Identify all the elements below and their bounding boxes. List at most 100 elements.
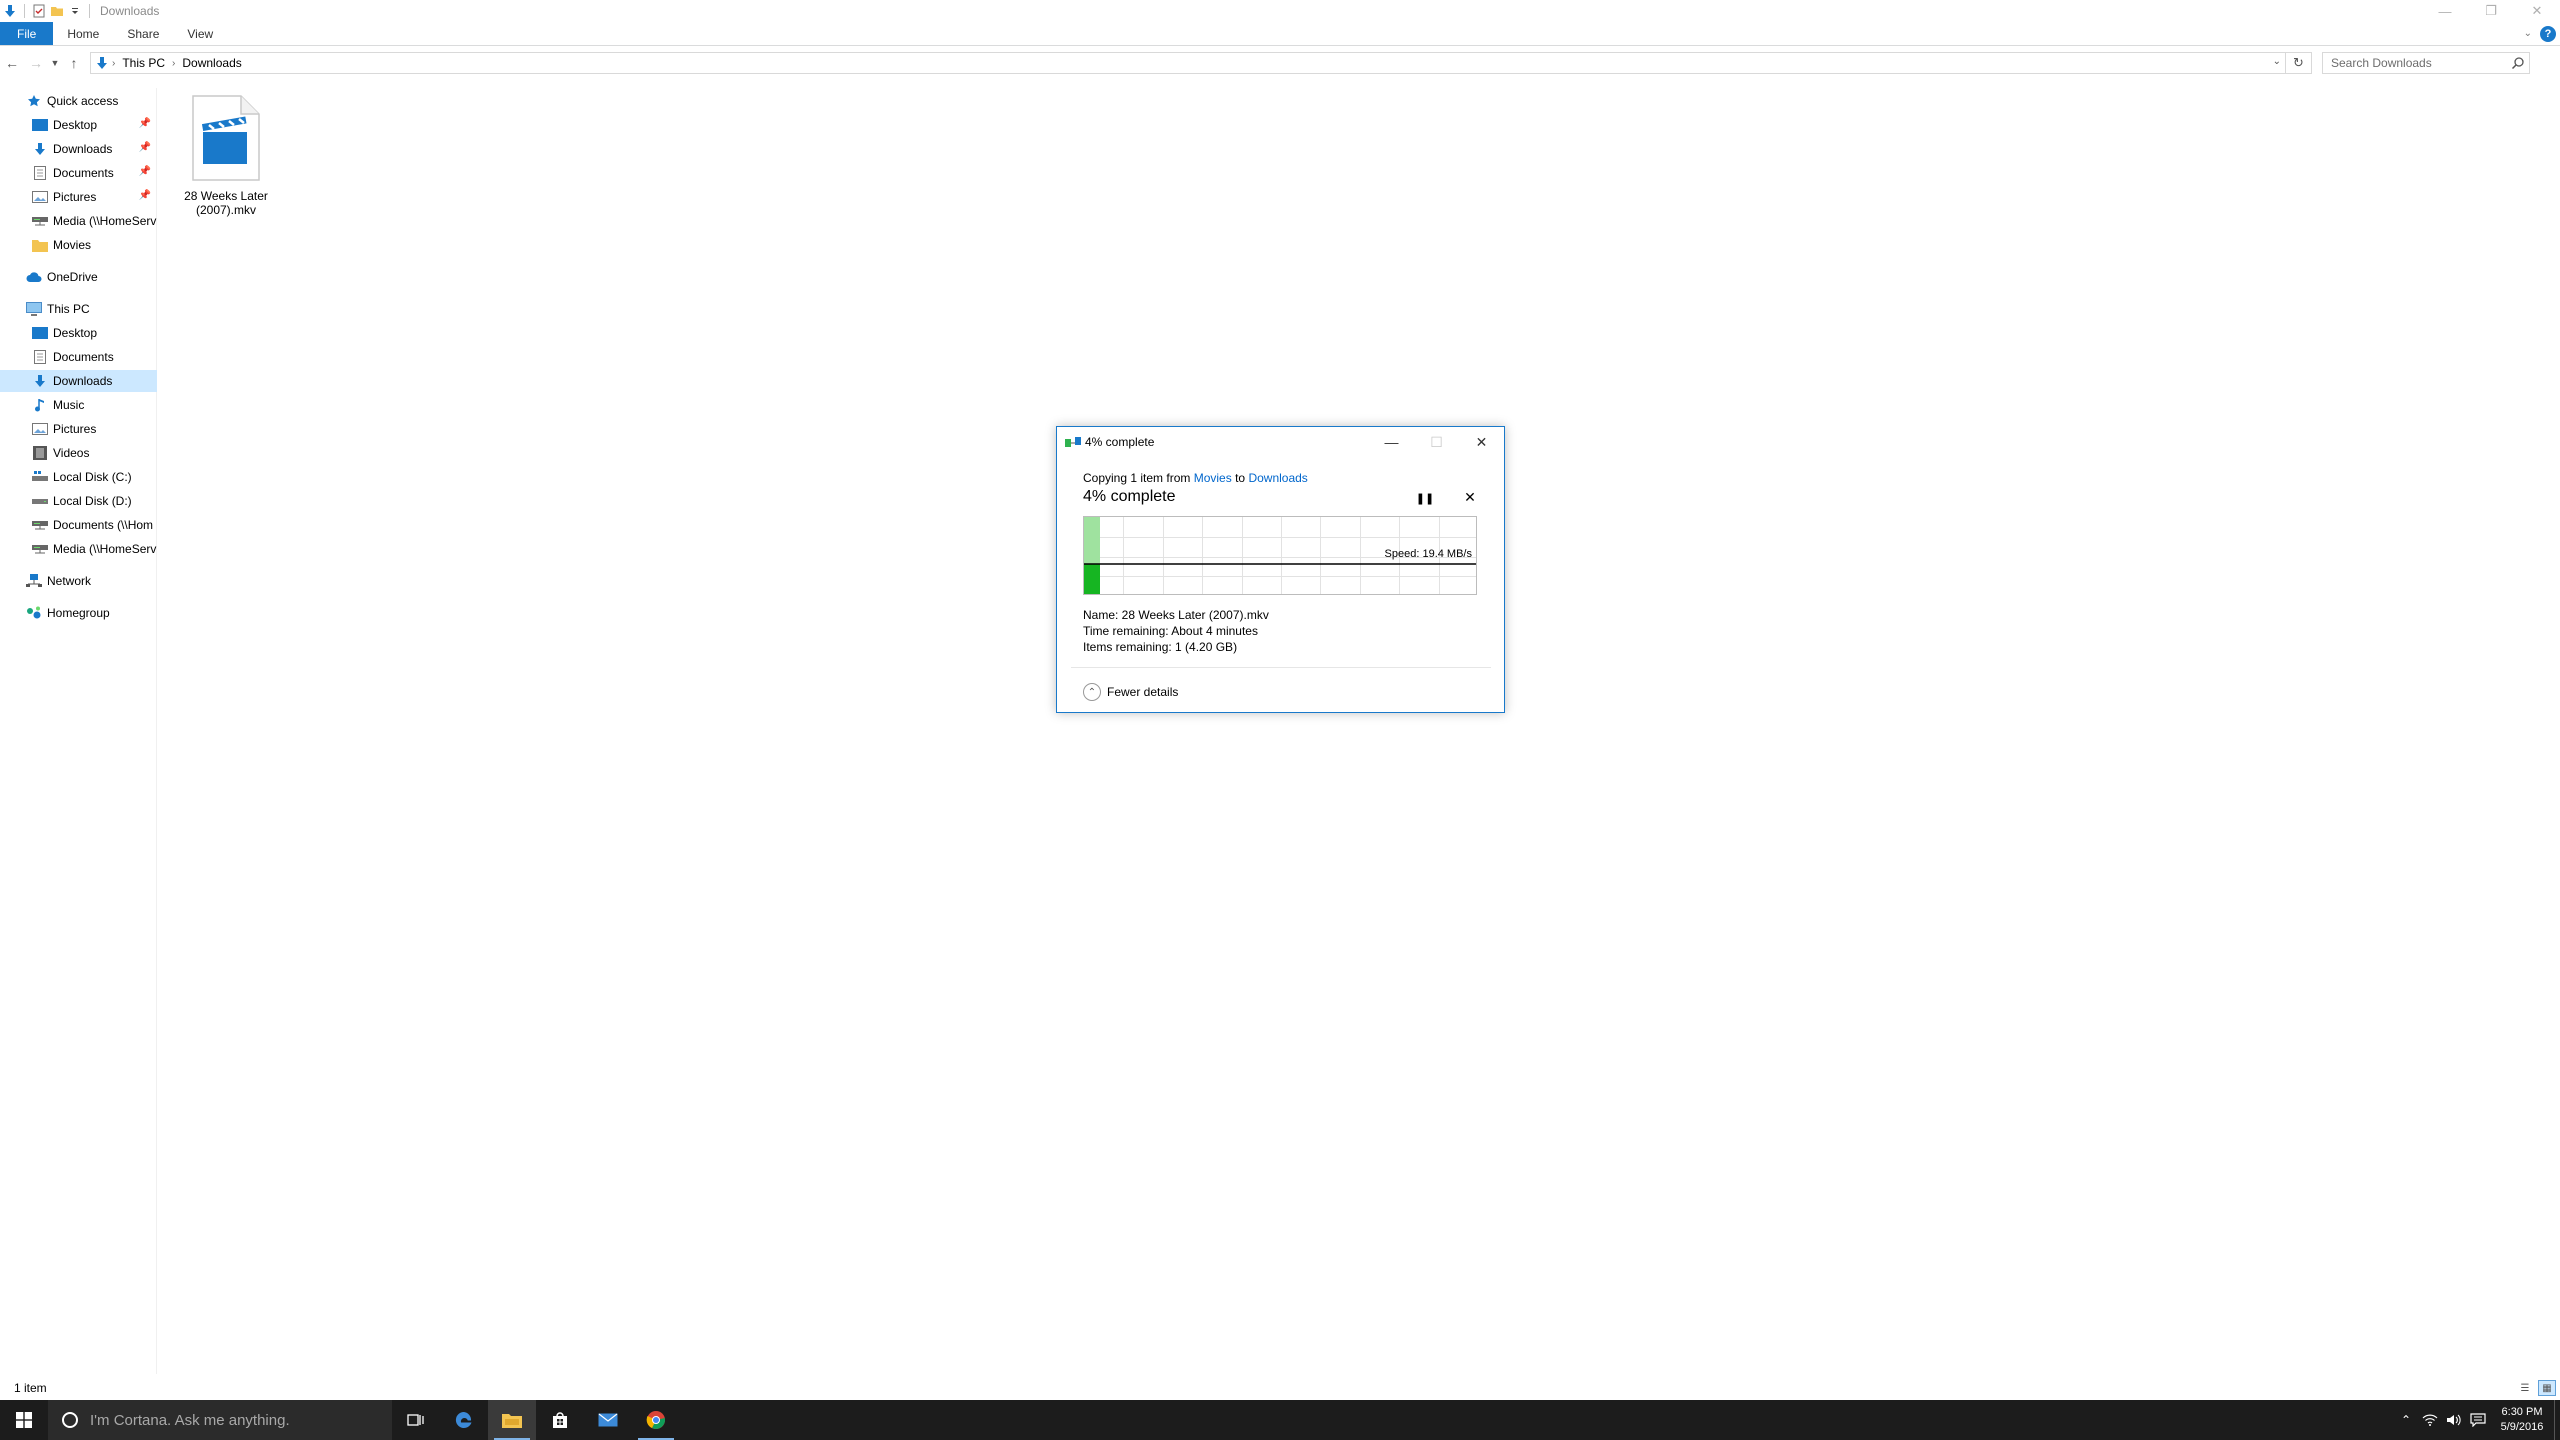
nav-pc-downloads[interactable]: Downloads — [0, 370, 157, 392]
nav-quick-downloads[interactable]: Downloads 📌 — [0, 138, 157, 160]
nav-network[interactable]: Network — [0, 570, 157, 592]
nav-quick-desktop[interactable]: Desktop 📌 — [0, 114, 157, 136]
video-file-icon — [191, 94, 261, 185]
desktop-icon — [32, 325, 48, 341]
refresh-icon[interactable]: ↻ — [2286, 52, 2312, 74]
nav-pc-local-disk-c[interactable]: Local Disk (C:) — [0, 466, 157, 488]
tab-view[interactable]: View — [173, 22, 227, 45]
breadcrumb-this-pc[interactable]: This PC — [118, 56, 169, 70]
breadcrumb-downloads[interactable]: Downloads — [178, 56, 245, 70]
nav-quick-pictures[interactable]: Pictures 📌 — [0, 186, 157, 208]
edge-icon[interactable] — [440, 1400, 488, 1440]
cloud-icon — [26, 269, 42, 285]
restore-button[interactable]: ❐ — [2468, 0, 2514, 22]
search-input[interactable]: Search Downloads — [2322, 52, 2530, 74]
chrome-icon[interactable] — [632, 1400, 680, 1440]
dialog-minimize-button[interactable]: — — [1369, 427, 1414, 457]
large-icons-view-icon[interactable]: ▦ — [2538, 1380, 2556, 1396]
network-drive-icon — [32, 213, 48, 229]
expand-ribbon-icon[interactable]: ⌄ — [2524, 28, 2532, 39]
back-arrow-icon[interactable]: ← — [0, 50, 24, 76]
breadcrumb-chevron-icon[interactable]: › — [109, 58, 118, 69]
pin-icon[interactable]: 📌 — [139, 142, 151, 153]
nav-onedrive[interactable]: OneDrive — [0, 266, 157, 288]
star-icon — [26, 93, 42, 109]
tab-share[interactable]: Share — [113, 22, 173, 45]
nav-quick-media[interactable]: Media (\\HomeServ — [0, 210, 157, 232]
nav-label: Local Disk (C:) — [53, 470, 132, 484]
nav-pc-documents-network[interactable]: Documents (\\Hom — [0, 514, 157, 536]
minimize-button[interactable]: — — [2422, 0, 2468, 22]
nav-homegroup[interactable]: Homegroup — [0, 602, 157, 624]
destination-link[interactable]: Downloads — [1248, 471, 1307, 485]
network-wifi-icon[interactable] — [2418, 1400, 2442, 1440]
nav-this-pc[interactable]: This PC — [0, 298, 157, 320]
nav-quick-documents[interactable]: Documents 📌 — [0, 162, 157, 184]
start-windows-icon[interactable] — [0, 1400, 48, 1440]
nav-pc-music[interactable]: Music — [0, 394, 157, 416]
nav-label: Documents (\\Hom — [53, 518, 154, 532]
fewer-details-button[interactable]: ⌃ Fewer details — [1083, 683, 1178, 701]
customize-toolbar-icon[interactable] — [67, 3, 83, 19]
nav-label: Downloads — [53, 142, 113, 156]
nav-pc-media-network[interactable]: Media (\\HomeServ — [0, 538, 157, 560]
tab-home[interactable]: Home — [53, 22, 113, 45]
fewer-details-label: Fewer details — [1107, 685, 1179, 699]
mail-icon[interactable] — [584, 1400, 632, 1440]
system-tray: ⌃ 6:30 PM 5/9/2016 — [2394, 1400, 2560, 1440]
file-item[interactable]: 28 Weeks Later (2007).mkv — [180, 94, 272, 217]
drive-icon — [32, 493, 48, 509]
nav-quick-movies[interactable]: Movies — [0, 234, 157, 256]
location-downloads-icon — [95, 56, 109, 70]
forward-arrow-icon[interactable]: → — [24, 50, 48, 76]
show-hidden-icons-chevron-icon[interactable]: ⌃ — [2394, 1400, 2418, 1440]
new-folder-icon[interactable] — [49, 3, 65, 19]
ribbon-tabs: File Home Share View ⌄ ? — [0, 22, 2560, 46]
properties-icon[interactable] — [31, 3, 47, 19]
documents-icon — [32, 349, 48, 365]
help-icon[interactable]: ? — [2540, 25, 2556, 42]
nav-quick-access[interactable]: Quick access — [0, 90, 157, 112]
dialog-close-button[interactable]: ✕ — [1459, 427, 1504, 457]
speed-readout: Speed: 19.4 MB/s — [1384, 548, 1472, 560]
task-view-icon[interactable] — [392, 1400, 440, 1440]
nav-pc-pictures[interactable]: Pictures — [0, 418, 157, 440]
file-explorer-icon[interactable] — [488, 1400, 536, 1440]
close-button[interactable]: ✕ — [2514, 0, 2560, 22]
speed-graph: Speed: 19.4 MB/s — [1083, 516, 1477, 595]
cortana-search-box[interactable]: I'm Cortana. Ask me anything. — [48, 1400, 392, 1440]
address-dropdown-icon[interactable]: ⌄ — [2273, 56, 2281, 67]
nav-label: Downloads — [53, 374, 113, 388]
tab-file[interactable]: File — [0, 22, 54, 45]
up-arrow-icon[interactable]: ↑ — [62, 50, 86, 76]
folder-icon — [32, 237, 48, 253]
film-icon — [32, 445, 48, 461]
search-icon[interactable] — [2511, 56, 2525, 73]
file-name-line2: (2007).mkv — [195, 203, 257, 217]
source-link[interactable]: Movies — [1194, 471, 1232, 485]
downloads-arrow-icon[interactable] — [2, 3, 18, 19]
pause-icon[interactable]: ❚❚ — [1416, 490, 1434, 506]
nav-pc-local-disk-d[interactable]: Local Disk (D:) — [0, 490, 157, 512]
breadcrumb-chevron-icon[interactable]: › — [169, 58, 178, 69]
computer-icon — [26, 301, 42, 317]
nav-pc-documents[interactable]: Documents — [0, 346, 157, 368]
copying-to-word: to — [1235, 471, 1246, 485]
show-desktop-button[interactable] — [2554, 1400, 2560, 1440]
pin-icon[interactable]: 📌 — [139, 190, 151, 201]
address-bar[interactable]: › This PC › Downloads ⌄ — [90, 52, 2286, 74]
recent-locations-chevron-icon[interactable]: ▼ — [48, 50, 62, 76]
details-view-icon[interactable]: ☰ — [2516, 1380, 2534, 1396]
pin-icon[interactable]: 📌 — [139, 118, 151, 129]
detail-time-remaining: Time remaining: About 4 minutes — [1083, 624, 1258, 638]
taskbar-clock[interactable]: 6:30 PM 5/9/2016 — [2490, 1405, 2554, 1435]
copying-description: Copying 1 item from Movies to Downloads — [1083, 471, 1308, 485]
action-center-icon[interactable] — [2466, 1400, 2490, 1440]
title-bar: Downloads — ❐ ✕ — [0, 0, 2560, 22]
store-icon[interactable] — [536, 1400, 584, 1440]
volume-icon[interactable] — [2442, 1400, 2466, 1440]
nav-pc-videos[interactable]: Videos — [0, 442, 157, 464]
pin-icon[interactable]: 📌 — [139, 166, 151, 177]
cancel-copy-icon[interactable]: ✕ — [1462, 489, 1478, 505]
nav-pc-desktop[interactable]: Desktop — [0, 322, 157, 344]
